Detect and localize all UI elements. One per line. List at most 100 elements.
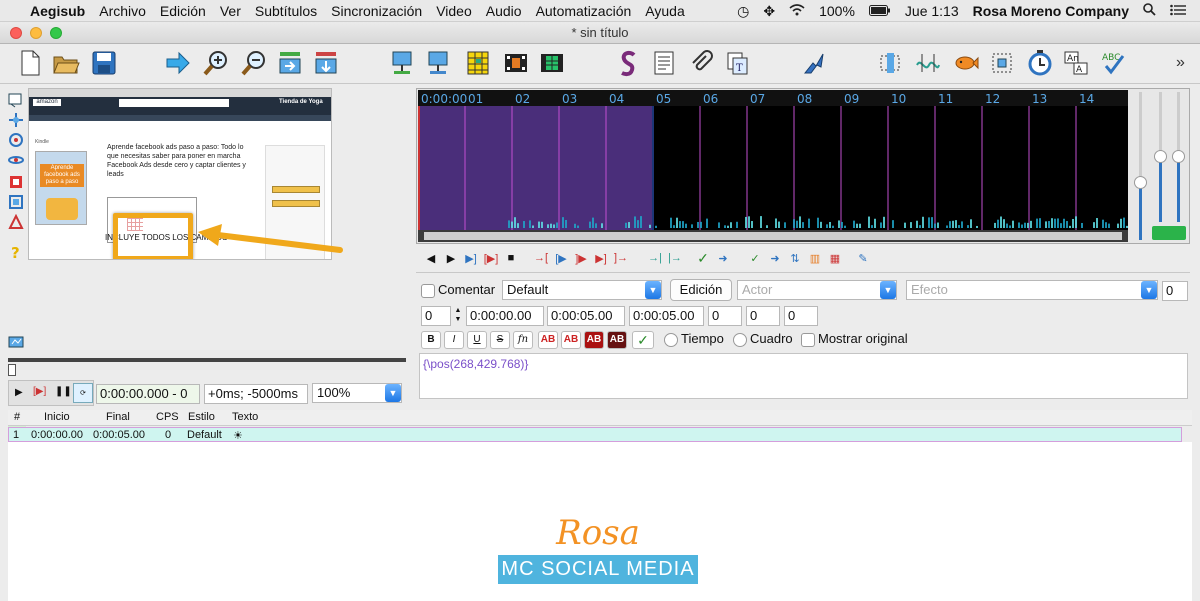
margin-right-field[interactable]: 0: [746, 306, 780, 326]
video-time-field[interactable]: 0:00:00.000 - 0: [96, 384, 200, 404]
show-original-checkbox[interactable]: [801, 333, 815, 347]
layer-stepper[interactable]: ▲ ▼: [453, 306, 463, 326]
audio-volume-slider[interactable]: [1154, 92, 1167, 222]
stop-icon[interactable]: ■: [502, 249, 520, 267]
audio-vertical-zoom[interactable]: [1134, 92, 1147, 240]
minimize-window-button[interactable]: [30, 27, 42, 39]
app-menu[interactable]: Aegisub: [30, 3, 85, 19]
spell-grid-icon[interactable]: [536, 47, 568, 79]
audio-link-slider[interactable]: [1172, 92, 1185, 222]
toolbar-overflow-icon[interactable]: »: [1176, 54, 1185, 72]
layer-field[interactable]: 0: [421, 306, 451, 326]
menu-ver[interactable]: Ver: [220, 3, 241, 19]
select-lines-icon[interactable]: [986, 47, 1018, 79]
rotate-xy-tool-icon[interactable]: [8, 152, 24, 168]
menu-automatizacion[interactable]: Automatización: [536, 3, 632, 19]
notification-center-icon[interactable]: [1170, 3, 1186, 19]
menu-audio[interactable]: Audio: [486, 3, 522, 19]
underline-button[interactable]: U: [467, 331, 487, 349]
scale-tool-icon[interactable]: [8, 174, 24, 190]
jump-video-start-icon[interactable]: [274, 47, 306, 79]
actor-combo[interactable]: Actor ▼: [737, 280, 897, 300]
commit-button[interactable]: ✓: [632, 331, 654, 349]
move-icon[interactable]: ✥: [763, 3, 775, 20]
play-begin-icon[interactable]: [▶: [552, 249, 570, 267]
col-number[interactable]: #: [14, 411, 20, 423]
properties-icon[interactable]: [648, 47, 680, 79]
audio-link-toggle[interactable]: [1152, 226, 1186, 240]
radio-frame[interactable]: [733, 333, 747, 347]
zoom-out-icon[interactable]: [238, 47, 270, 79]
play-line-icon[interactable]: [▶]: [33, 386, 46, 397]
auto-commit-icon[interactable]: ✓: [746, 249, 764, 267]
kanji-timer-icon[interactable]: [950, 47, 982, 79]
lead-in-icon[interactable]: →|: [646, 249, 664, 267]
shadow-color-button[interactable]: AB: [607, 331, 627, 349]
bold-button[interactable]: B: [421, 331, 441, 349]
video-seek-thumb[interactable]: [8, 364, 16, 376]
margin-vertical-field[interactable]: 0: [784, 306, 818, 326]
resample-icon[interactable]: [874, 47, 906, 79]
play-before-icon[interactable]: →[: [532, 249, 550, 267]
styles-manager-icon[interactable]: [462, 47, 494, 79]
help-icon[interactable]: ?: [8, 244, 24, 262]
translation-icon[interactable]: [500, 47, 532, 79]
play-to-end-icon[interactable]: ]→: [612, 249, 630, 267]
font-button[interactable]: fn: [513, 331, 533, 349]
strikeout-button[interactable]: S: [490, 331, 510, 349]
user-name[interactable]: Rosa Moreno Company: [973, 3, 1129, 19]
zoom-window-button[interactable]: [50, 27, 62, 39]
col-text[interactable]: Texto: [232, 411, 258, 423]
col-style[interactable]: Estilo: [188, 411, 215, 423]
layer-field-right[interactable]: 0: [1162, 281, 1188, 301]
spotlight-icon[interactable]: [1143, 3, 1156, 19]
auto-scroll-icon[interactable]: ⇅: [786, 249, 804, 267]
play-current-line-icon[interactable]: [▶]: [482, 249, 500, 267]
primary-color-button[interactable]: AB: [538, 331, 558, 349]
spell-check-icon[interactable]: ABC: [1098, 47, 1130, 79]
fonts-collector-icon[interactable]: T: [722, 47, 754, 79]
save-icon[interactable]: [88, 47, 120, 79]
video-seek-bar[interactable]: [8, 358, 406, 362]
radio-time[interactable]: [664, 333, 678, 347]
start-time-field[interactable]: 0:00:00.00: [466, 306, 544, 326]
video-offset-field[interactable]: +0ms; -5000ms: [204, 384, 308, 404]
margin-left-field[interactable]: 0: [708, 306, 742, 326]
standard-tool-icon[interactable]: [8, 92, 24, 108]
audio-details-icon[interactable]: [422, 47, 454, 79]
play-after-icon[interactable]: ▶]: [592, 249, 610, 267]
medusa-icon[interactable]: ▦: [826, 249, 844, 267]
table-row[interactable]: 1 0:00:00.00 0:00:05.00 0 Default ☀: [8, 427, 1182, 442]
menu-sincronizacion[interactable]: Sincronización: [331, 3, 422, 19]
edit-style-button[interactable]: Edición: [670, 279, 732, 301]
open-folder-icon[interactable]: [50, 47, 82, 79]
previous-line-icon[interactable]: ◀: [422, 249, 440, 267]
video-details-icon[interactable]: [386, 47, 418, 79]
effect-combo[interactable]: Efecto ▼: [906, 280, 1158, 300]
next-line-icon[interactable]: ▶: [442, 249, 460, 267]
col-start[interactable]: Inicio: [44, 411, 70, 423]
secondary-color-button[interactable]: AB: [561, 331, 581, 349]
style-select[interactable]: Default ▼: [502, 280, 662, 300]
subtitle-text-editor[interactable]: {\pos(268,429.768)}: [419, 353, 1188, 399]
vector-clip-tool-icon[interactable]: [8, 213, 24, 230]
menu-ayuda[interactable]: Ayuda: [645, 3, 684, 19]
commit-icon[interactable]: ✓: [694, 249, 712, 267]
autoscroll-icon[interactable]: ⟳: [73, 383, 93, 403]
jump-video-end-icon[interactable]: [310, 47, 342, 79]
shift-times-icon[interactable]: [1024, 47, 1056, 79]
time-machine-icon[interactable]: ◷: [737, 3, 749, 20]
video-zoom-select[interactable]: 100% ▼: [312, 383, 402, 403]
jump-to-icon[interactable]: [162, 47, 194, 79]
menu-subtitulos[interactable]: Subtítulos: [255, 3, 317, 19]
pause-icon[interactable]: ❚❚: [55, 386, 72, 397]
clock[interactable]: Jue 1:13: [905, 3, 959, 19]
play-end-icon[interactable]: ]▶: [572, 249, 590, 267]
menu-archivo[interactable]: Archivo: [99, 3, 146, 19]
attachments-icon[interactable]: [686, 47, 718, 79]
styling-assistant-icon[interactable]: [612, 47, 644, 79]
battery-icon[interactable]: [868, 3, 891, 19]
comment-checkbox[interactable]: [421, 284, 435, 298]
wifi-icon[interactable]: [789, 3, 805, 19]
drag-tool-icon[interactable]: [8, 112, 24, 128]
